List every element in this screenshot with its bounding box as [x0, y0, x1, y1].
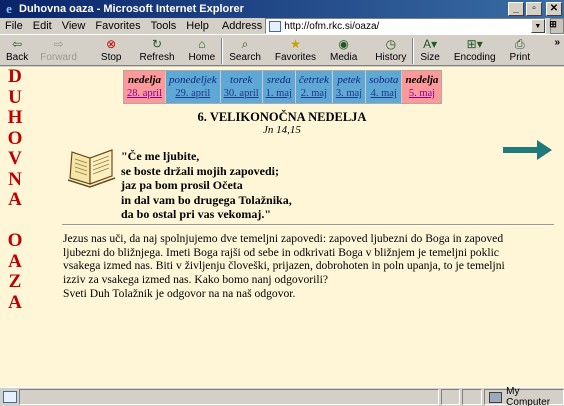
day-link[interactable]: 4. maj: [371, 87, 397, 101]
menu-file[interactable]: File: [0, 20, 28, 32]
quote-line: jaz pa bom prosil Očeta: [121, 178, 243, 192]
day-cell[interactable]: petek 3. maj: [332, 71, 367, 103]
sidebar-letter: U: [8, 86, 22, 108]
web-page: D U H O V N A O A Z A nedelja 28. april …: [0, 67, 564, 387]
menu-tools[interactable]: Tools: [146, 20, 182, 32]
page-heading: 6. VELIKONOČNA NEDELJA: [197, 110, 367, 124]
day-link[interactable]: 30. april: [224, 87, 259, 101]
quote-line: in dal vam bo drugega Tolažnika,: [121, 192, 292, 207]
address-dropdown-icon[interactable]: ▼: [530, 19, 545, 33]
search-button[interactable]: ⌕ Search: [229, 36, 261, 66]
refresh-button[interactable]: ↻ Refresh: [140, 36, 175, 66]
media-icon: ◉: [338, 37, 349, 51]
status-text-pane: [18, 389, 439, 405]
address-bar[interactable]: ▼: [265, 18, 546, 34]
zone-label: My Computer: [506, 386, 551, 406]
bible-quote: "Če me ljubite, se boste držali mojih za…: [121, 149, 292, 222]
back-button[interactable]: ⇦ Back: [6, 36, 28, 66]
toolbar-separator: [412, 38, 415, 64]
security-zone-pane: My Computer: [483, 386, 564, 406]
home-button[interactable]: ⌂ Home: [189, 36, 216, 66]
next-arrow-icon[interactable]: [503, 139, 553, 161]
quote-line: se boste držali mojih zapovedi;: [121, 163, 279, 178]
sidebar-letter: N: [8, 168, 22, 190]
day-cell[interactable]: nedelja 5. maj: [402, 71, 442, 103]
day-link[interactable]: 3. maj: [336, 87, 362, 101]
back-arrow-icon: ⇦: [12, 37, 23, 51]
home-icon: ⌂: [198, 37, 206, 51]
sidebar-letter: Z: [8, 271, 22, 292]
scripture-reference: Jn 14,15: [263, 124, 301, 136]
quote-line: "Če me ljubite,: [121, 149, 200, 163]
open-book-icon: [67, 149, 116, 188]
paragraph-line: izziv za vsakega izmed nas. Kako bomo na…: [63, 273, 328, 287]
status-bar: My Computer: [0, 386, 564, 406]
favorites-star-icon: ★: [290, 37, 301, 51]
day-link[interactable]: 5. maj: [409, 87, 435, 101]
page-status-icon: [3, 391, 17, 403]
horizontal-divider: [62, 224, 554, 226]
history-clock-icon: ◷: [385, 37, 397, 51]
day-cell[interactable]: torek 30. april: [220, 71, 263, 103]
quote-line: da bo ostal pri vas vekomaj.": [121, 207, 272, 221]
address-input[interactable]: [284, 20, 531, 32]
encoding-button[interactable]: ⊞▾ Encoding: [454, 36, 496, 66]
printer-icon: ⎙: [515, 37, 525, 51]
forward-button[interactable]: ⇨ Forward: [40, 36, 77, 66]
menu-edit[interactable]: Edit: [28, 20, 57, 32]
day-navigation: nedelja 28. april ponedeljek 29. april t…: [123, 70, 443, 104]
maximize-button[interactable]: ▫: [526, 2, 542, 16]
internet-explorer-icon: e: [6, 1, 12, 16]
day-cell[interactable]: četrtek 2. maj: [295, 71, 333, 103]
search-icon: ⌕: [241, 37, 249, 51]
paragraph-line: Sveti Duh Tolažnik je odgovor na na naš …: [63, 286, 296, 300]
day-link[interactable]: 2. maj: [301, 87, 327, 101]
sidebar-letter: A: [8, 189, 22, 210]
menu-view[interactable]: View: [57, 20, 91, 32]
window-title: Duhovna oaza - Microsoft Internet Explor…: [19, 3, 244, 15]
refresh-icon: ↻: [151, 37, 163, 51]
toolbar-chevron-icon[interactable]: »: [554, 37, 560, 48]
sidebar-letter: A: [8, 291, 22, 313]
forward-arrow-icon: ⇨: [53, 37, 64, 51]
favorites-button[interactable]: ★ Favorites: [275, 36, 316, 66]
sidebar-letter: D: [8, 67, 22, 87]
page-icon: [269, 20, 282, 32]
day-cell[interactable]: sobota 4. maj: [366, 71, 403, 103]
stop-button[interactable]: ⊗ Stop: [101, 36, 122, 66]
text-size-icon: A▾: [423, 37, 438, 51]
my-computer-icon: [488, 391, 503, 403]
paragraph-line: ljubezni do bližnjega. Imeti Boga rajši …: [63, 245, 499, 259]
close-button[interactable]: ✕: [546, 2, 562, 16]
day-cell[interactable]: nedelja 28. april: [124, 71, 166, 103]
window-title-bar[interactable]: e Duhovna oaza - Microsoft Internet Expl…: [0, 0, 564, 18]
sidebar-letter: A: [8, 250, 22, 272]
day-cell[interactable]: ponedeljek 29. april: [166, 71, 221, 103]
sidebar-letter: O: [7, 230, 23, 251]
media-button[interactable]: ◉ Media: [330, 36, 357, 66]
history-button[interactable]: ◷ History: [375, 36, 406, 66]
address-label: Address: [221, 20, 263, 32]
minimize-button[interactable]: _: [508, 2, 524, 16]
paragraph-line: vsakega izmed nas. Biti v življenju člov…: [63, 259, 505, 273]
toolbar-separator: [221, 38, 224, 64]
day-link[interactable]: 28. april: [127, 87, 162, 101]
menu-help[interactable]: Help: [181, 20, 214, 32]
encoding-icon: ⊞▾: [466, 37, 483, 51]
stop-icon: ⊗: [106, 37, 117, 51]
status-pane: [440, 389, 461, 405]
day-link[interactable]: 29. april: [175, 87, 210, 101]
reflection-text: Jezus nas uči, da naj spolnjujemo dve te…: [63, 232, 558, 301]
size-button[interactable]: A▾ Size: [420, 36, 439, 66]
day-link[interactable]: 1. maj: [266, 87, 292, 101]
day-cell[interactable]: sreda 1. maj: [262, 71, 296, 103]
paragraph-line: Jezus nas uči, da naj spolnjujemo dve te…: [63, 232, 504, 245]
print-button[interactable]: ⎙ Print: [510, 36, 531, 66]
menu-bar: File Edit View Favorites Tools Help Addr…: [0, 18, 564, 35]
status-pane: [462, 389, 482, 405]
windows-logo-icon: ⊞: [549, 19, 557, 29]
menu-favorites[interactable]: Favorites: [90, 20, 145, 32]
sidebar-letter: V: [8, 148, 22, 169]
standard-toolbar: ⇦ Back ⇨ Forward ⊗ Stop ↻ Refresh ⌂ Home…: [0, 36, 564, 66]
